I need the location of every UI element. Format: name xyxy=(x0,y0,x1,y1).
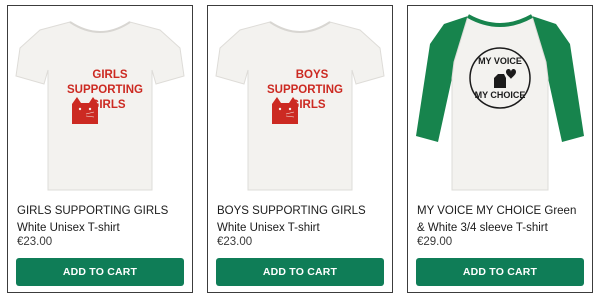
product-title[interactable]: MY VOICE MY CHOICE Green & White 3/4 sle… xyxy=(417,203,585,237)
print-line: SUPPORTING xyxy=(267,84,343,96)
add-to-cart-button[interactable]: ADD TO CART xyxy=(216,258,384,286)
product-card[interactable]: GIRLS SUPPORTING GIRLS GIRLS SUPPORTING … xyxy=(7,5,193,293)
print-line: GIRLS xyxy=(92,69,127,81)
add-to-cart-button[interactable]: ADD TO CART xyxy=(416,258,584,286)
print-line: BOYS xyxy=(296,69,329,81)
product-title[interactable]: BOYS SUPPORTING GIRLS White Unisex T-shi… xyxy=(217,203,385,237)
product-price: €23.00 xyxy=(17,236,53,248)
product-price: €29.00 xyxy=(417,236,453,248)
print-line: MY VOICE xyxy=(478,56,522,66)
print-line: MY CHOICE xyxy=(475,90,526,100)
print-line: SUPPORTING xyxy=(67,84,143,96)
product-card[interactable]: MY VOICE MY CHOICE MY VOICE MY CHOICE Gr… xyxy=(407,5,593,293)
product-price: €23.00 xyxy=(217,236,253,248)
add-to-cart-button[interactable]: ADD TO CART xyxy=(16,258,184,286)
product-image-boys-supporting-girls[interactable]: BOYS SUPPORTING GIRLS xyxy=(208,8,392,193)
product-image-my-voice-my-choice[interactable]: MY VOICE MY CHOICE xyxy=(408,8,592,193)
product-title[interactable]: GIRLS SUPPORTING GIRLS White Unisex T-sh… xyxy=(17,203,185,237)
product-card[interactable]: BOYS SUPPORTING GIRLS BOYS SUPPORTING GI… xyxy=(207,5,393,293)
product-image-girls-supporting-girls[interactable]: GIRLS SUPPORTING GIRLS xyxy=(8,8,192,193)
